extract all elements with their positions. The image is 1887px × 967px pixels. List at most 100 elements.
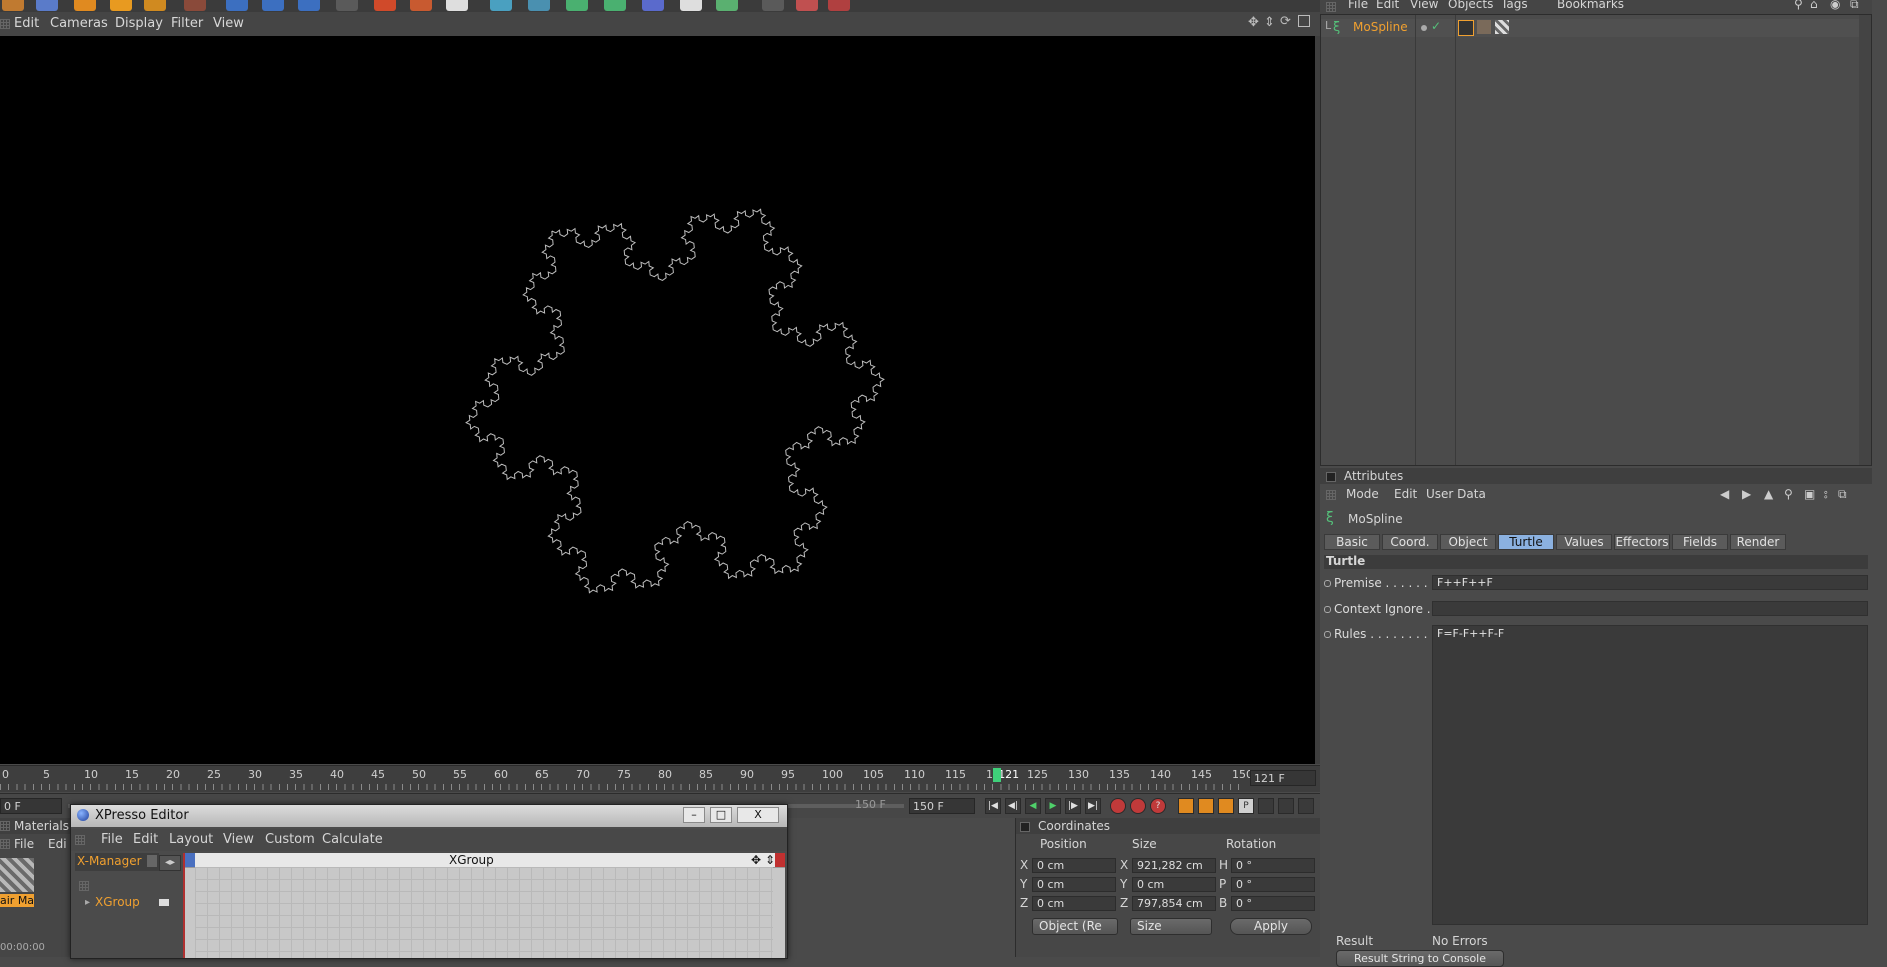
timeline-ruler[interactable]: 0 5 10 15 20 25 30 35 40 45 50 55 60 65 70 75 80 85 90 95 10… bbox=[0, 765, 1320, 792]
viewport-menu-display[interactable]: Display bbox=[115, 16, 163, 31]
viewport[interactable] bbox=[0, 36, 1315, 764]
tab-turtle[interactable]: Turtle bbox=[1498, 534, 1554, 550]
key-scale-icon[interactable] bbox=[1198, 798, 1214, 814]
tab-object[interactable]: Object bbox=[1440, 534, 1496, 550]
objects-menu-tags[interactable]: Tags bbox=[1501, 0, 1528, 11]
rotate-view-icon[interactable]: ⟳ bbox=[1280, 14, 1291, 29]
attributes-menu-mode[interactable]: Mode bbox=[1346, 487, 1379, 501]
objects-menu-view[interactable]: View bbox=[1410, 0, 1438, 11]
object-row-mospline[interactable]: L ξ MoSpline ✓ bbox=[1321, 19, 1871, 37]
playhead-marker[interactable] bbox=[993, 768, 1001, 782]
position-x-field[interactable]: 0 cm bbox=[1032, 858, 1116, 873]
animate-dot-icon[interactable] bbox=[1324, 580, 1331, 587]
tool-icon[interactable] bbox=[374, 0, 396, 11]
position-z-field[interactable]: 0 cm bbox=[1032, 896, 1116, 911]
object-manager[interactable]: L ξ MoSpline ✓ bbox=[1320, 14, 1872, 466]
keyframe-selection-icon[interactable]: ? bbox=[1150, 798, 1166, 814]
xpresso-titlebar[interactable]: XPresso Editor – □ X bbox=[71, 805, 787, 827]
rotation-h-field[interactable]: 0 ° bbox=[1231, 858, 1315, 873]
key-param-icon[interactable]: P bbox=[1238, 798, 1254, 814]
new-window-icon[interactable]: ⧉ bbox=[1850, 0, 1859, 12]
close-icon[interactable]: X bbox=[737, 807, 779, 823]
size-y-field[interactable]: 0 cm bbox=[1132, 877, 1216, 892]
objects-menu-bookmarks[interactable]: Bookmarks bbox=[1557, 0, 1624, 11]
tab-basic[interactable]: Basic bbox=[1324, 534, 1380, 550]
tool-icon[interactable] bbox=[144, 0, 166, 11]
tab-fields[interactable]: Fields bbox=[1672, 534, 1728, 550]
animate-dot-icon[interactable] bbox=[1324, 631, 1331, 638]
tab-effectors[interactable]: Effectors bbox=[1614, 534, 1670, 550]
tool-icon[interactable] bbox=[336, 0, 358, 11]
objects-menu-edit[interactable]: Edit bbox=[1376, 0, 1399, 11]
objects-menu-file[interactable]: File bbox=[1348, 0, 1368, 11]
size-x-field[interactable]: 921,282 cm bbox=[1132, 858, 1216, 873]
search-icon[interactable]: ⚲ bbox=[1794, 0, 1803, 11]
back-icon[interactable]: ◀ bbox=[1720, 487, 1729, 501]
tool-icon[interactable] bbox=[716, 0, 738, 11]
coordinate-mode-select[interactable]: Object (Re bbox=[1032, 918, 1118, 935]
context-ignore-input[interactable] bbox=[1432, 601, 1868, 616]
tool-icon[interactable] bbox=[828, 0, 850, 11]
material-thumbnail[interactable] bbox=[0, 858, 34, 892]
new-window-icon[interactable]: ⧉ bbox=[1838, 487, 1847, 502]
tree-item-xgroup[interactable]: XGroup bbox=[95, 895, 140, 909]
tab-render[interactable]: Render bbox=[1730, 534, 1786, 550]
tool-icon[interactable] bbox=[110, 0, 132, 11]
tool-icon[interactable] bbox=[762, 0, 784, 11]
tool-icon[interactable] bbox=[298, 0, 320, 11]
object-name[interactable]: MoSpline bbox=[1353, 20, 1408, 34]
visibility-dot-icon[interactable] bbox=[1421, 25, 1427, 31]
viewport-menu-edit[interactable]: Edit bbox=[14, 16, 39, 31]
key-pla-icon[interactable] bbox=[1258, 798, 1274, 814]
scale-node-icon[interactable]: ⇕ bbox=[765, 853, 775, 867]
minimize-icon[interactable]: – bbox=[683, 807, 705, 823]
tool-icon[interactable] bbox=[410, 0, 432, 11]
tab-values[interactable]: Values bbox=[1556, 534, 1612, 550]
tag-icon[interactable] bbox=[1458, 20, 1474, 36]
material-label[interactable]: air Ma bbox=[0, 894, 34, 907]
tab-scroll-icon[interactable] bbox=[147, 855, 157, 867]
xgroup-node-header[interactable]: XGroup ✥ ⇕ bbox=[185, 853, 785, 868]
tool-icon[interactable] bbox=[36, 0, 58, 11]
xpresso-menu-view[interactable]: View bbox=[223, 832, 254, 847]
move-node-icon[interactable]: ✥ bbox=[751, 853, 761, 867]
xpresso-menu-calculate[interactable]: Calculate bbox=[322, 832, 383, 847]
tab-coord[interactable]: Coord. bbox=[1382, 534, 1438, 550]
xpresso-menu-edit[interactable]: Edit bbox=[133, 832, 158, 847]
group-port-left[interactable] bbox=[185, 853, 195, 867]
materials-tab[interactable]: Materials bbox=[14, 819, 69, 833]
tool-icon[interactable] bbox=[226, 0, 248, 11]
tool-icon[interactable] bbox=[566, 0, 588, 11]
viewport-menu-cameras[interactable]: Cameras bbox=[50, 16, 108, 31]
end-frame-field[interactable]: 150 F bbox=[909, 798, 975, 814]
tree-expander-icon[interactable]: ▸ bbox=[85, 897, 90, 908]
xgroup-canvas[interactable]: XGroup ✥ ⇕ bbox=[183, 853, 785, 958]
interpolation-icon[interactable] bbox=[1278, 798, 1294, 814]
group-port-right[interactable] bbox=[775, 853, 785, 867]
start-frame-field[interactable]: 0 F bbox=[0, 798, 62, 814]
key-position-icon[interactable] bbox=[1178, 798, 1194, 814]
prev-key-button[interactable]: ◀| bbox=[1005, 798, 1021, 814]
scheme-icon[interactable] bbox=[1298, 798, 1314, 814]
attributes-menu-user-data[interactable]: User Data bbox=[1426, 487, 1486, 501]
size-mode-select[interactable]: Size bbox=[1130, 918, 1212, 935]
xpresso-menu-file[interactable]: File bbox=[101, 832, 123, 847]
scrollbar[interactable] bbox=[1859, 15, 1871, 465]
tool-icon[interactable] bbox=[680, 0, 702, 11]
up-icon[interactable]: ▲ bbox=[1764, 487, 1773, 501]
tool-icon[interactable] bbox=[604, 0, 626, 11]
tool-icon[interactable] bbox=[642, 0, 664, 11]
expand-arrows-icon[interactable]: ◂▸ bbox=[159, 855, 181, 871]
materials-menu-edit[interactable]: Edi bbox=[48, 837, 67, 851]
tool-icon[interactable] bbox=[796, 0, 818, 11]
apply-button[interactable]: Apply bbox=[1230, 918, 1312, 935]
play-icon[interactable]: ▶ bbox=[1045, 798, 1061, 814]
rotation-b-field[interactable]: 0 ° bbox=[1231, 896, 1315, 911]
tool-icon[interactable] bbox=[262, 0, 284, 11]
viewport-menu-filter[interactable]: Filter bbox=[171, 16, 203, 31]
auto-key-icon[interactable] bbox=[1130, 798, 1146, 814]
goto-end-button[interactable]: ▶| bbox=[1085, 798, 1101, 814]
current-frame-field[interactable]: 121 F bbox=[1250, 770, 1316, 786]
lock-icon[interactable]: ▣ bbox=[1804, 487, 1815, 501]
record-icon[interactable] bbox=[1110, 798, 1126, 814]
